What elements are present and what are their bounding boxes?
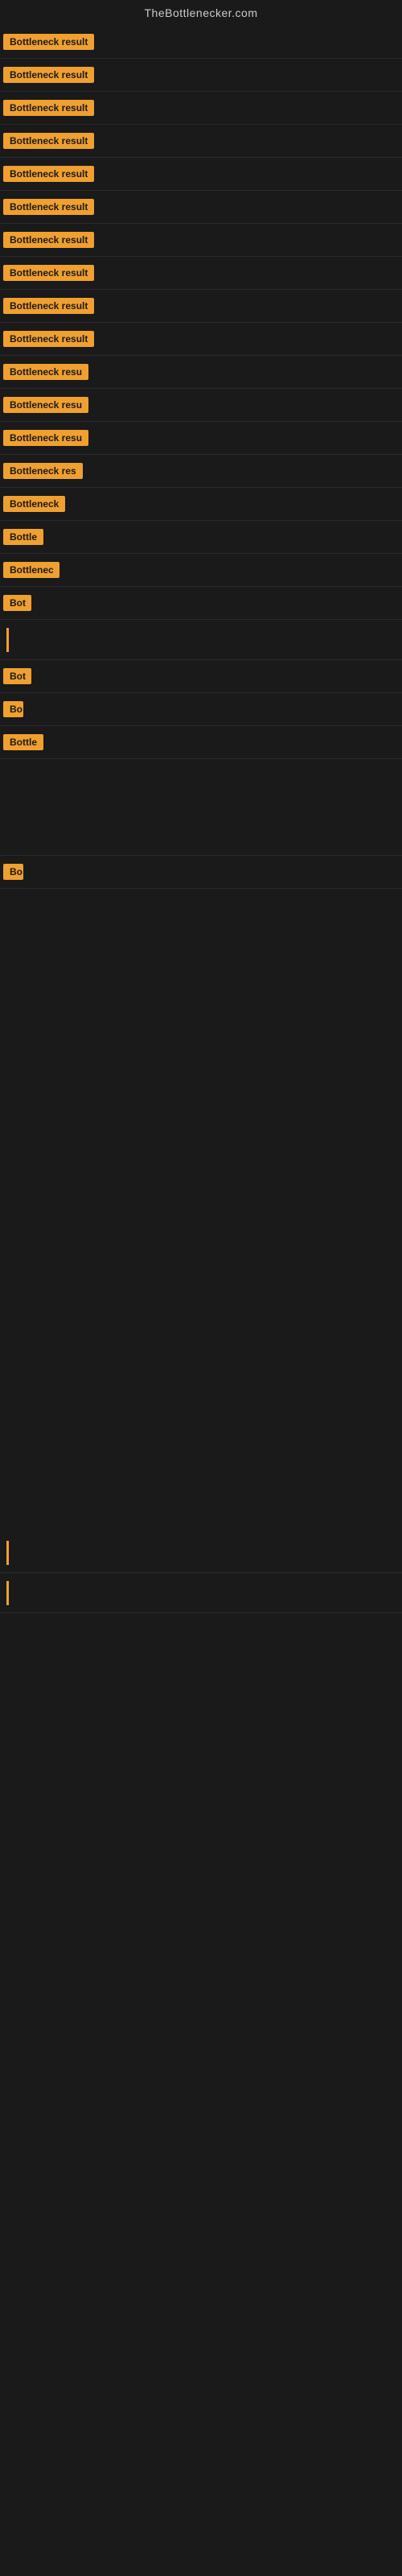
list-item: Bottle — [0, 521, 402, 554]
bottom-spacer — [0, 1613, 402, 1694]
list-item: Bo — [0, 693, 402, 726]
bottleneck-badge-20: Bot — [3, 668, 31, 684]
bottleneck-badge-5: Bottleneck result — [3, 166, 94, 182]
list-item — [0, 620, 402, 660]
list-item: Bottleneck result — [0, 92, 402, 125]
list-item — [0, 1573, 402, 1613]
list-item — [0, 1533, 402, 1573]
bottleneck-badge-7: Bottleneck result — [3, 232, 94, 248]
bottleneck-badge-14: Bottleneck res — [3, 463, 83, 479]
list-item: Bottleneck result — [0, 290, 402, 323]
list-item: Bottleneck result — [0, 59, 402, 92]
bottleneck-badge-2: Bottleneck result — [3, 67, 94, 83]
bottleneck-badge-8: Bottleneck result — [3, 265, 94, 281]
bottleneck-badge-1: Bottleneck result — [3, 34, 94, 50]
list-item: Bottleneck resu — [0, 389, 402, 422]
list-item: Bottle — [0, 726, 402, 759]
spacer-section — [0, 759, 402, 856]
list-item: Bottleneck resu — [0, 422, 402, 455]
vertical-line-indicator — [6, 628, 9, 652]
bottleneck-badge-10: Bottleneck result — [3, 331, 94, 347]
list-item: Bot — [0, 660, 402, 693]
bottleneck-badge-4: Bottleneck result — [3, 133, 94, 149]
bottleneck-badge-24: Bo — [3, 864, 23, 880]
bottleneck-badge-9: Bottleneck result — [3, 298, 94, 314]
list-item: Bottleneck result — [0, 224, 402, 257]
empty-section — [0, 889, 402, 1050]
bottleneck-badge-21: Bo — [3, 701, 23, 717]
empty-section-3 — [0, 1211, 402, 1372]
bottleneck-badge-22: Bottle — [3, 734, 43, 750]
list-item: Bottlenec — [0, 554, 402, 587]
list-item: Bottleneck result — [0, 125, 402, 158]
bottleneck-badge-11: Bottleneck resu — [3, 364, 88, 380]
list-item: Bottleneck result — [0, 323, 402, 356]
list-item: Bottleneck result — [0, 26, 402, 59]
empty-section-2 — [0, 1050, 402, 1211]
bottleneck-badge-6: Bottleneck result — [3, 199, 94, 215]
vertical-line-indicator-3 — [6, 1581, 9, 1605]
bottleneck-badge-17: Bottlenec — [3, 562, 59, 578]
bottleneck-badge-12: Bottleneck resu — [3, 397, 88, 413]
list-item: Bot — [0, 587, 402, 620]
list-item: Bo — [0, 856, 402, 889]
bottleneck-badge-13: Bottleneck resu — [3, 430, 88, 446]
bottleneck-badge-3: Bottleneck result — [3, 100, 94, 116]
site-title: TheBottlenecker.com — [0, 0, 402, 26]
empty-section-4 — [0, 1372, 402, 1533]
vertical-line-indicator-2 — [6, 1541, 9, 1565]
bottleneck-badge-18: Bot — [3, 595, 31, 611]
bottleneck-badge-16: Bottle — [3, 529, 43, 545]
list-item: Bottleneck result — [0, 257, 402, 290]
list-item: Bottleneck resu — [0, 356, 402, 389]
list-item: Bottleneck result — [0, 158, 402, 191]
bottleneck-badge-15: Bottleneck — [3, 496, 65, 512]
list-item: Bottleneck res — [0, 455, 402, 488]
list-item: Bottleneck — [0, 488, 402, 521]
list-item: Bottleneck result — [0, 191, 402, 224]
